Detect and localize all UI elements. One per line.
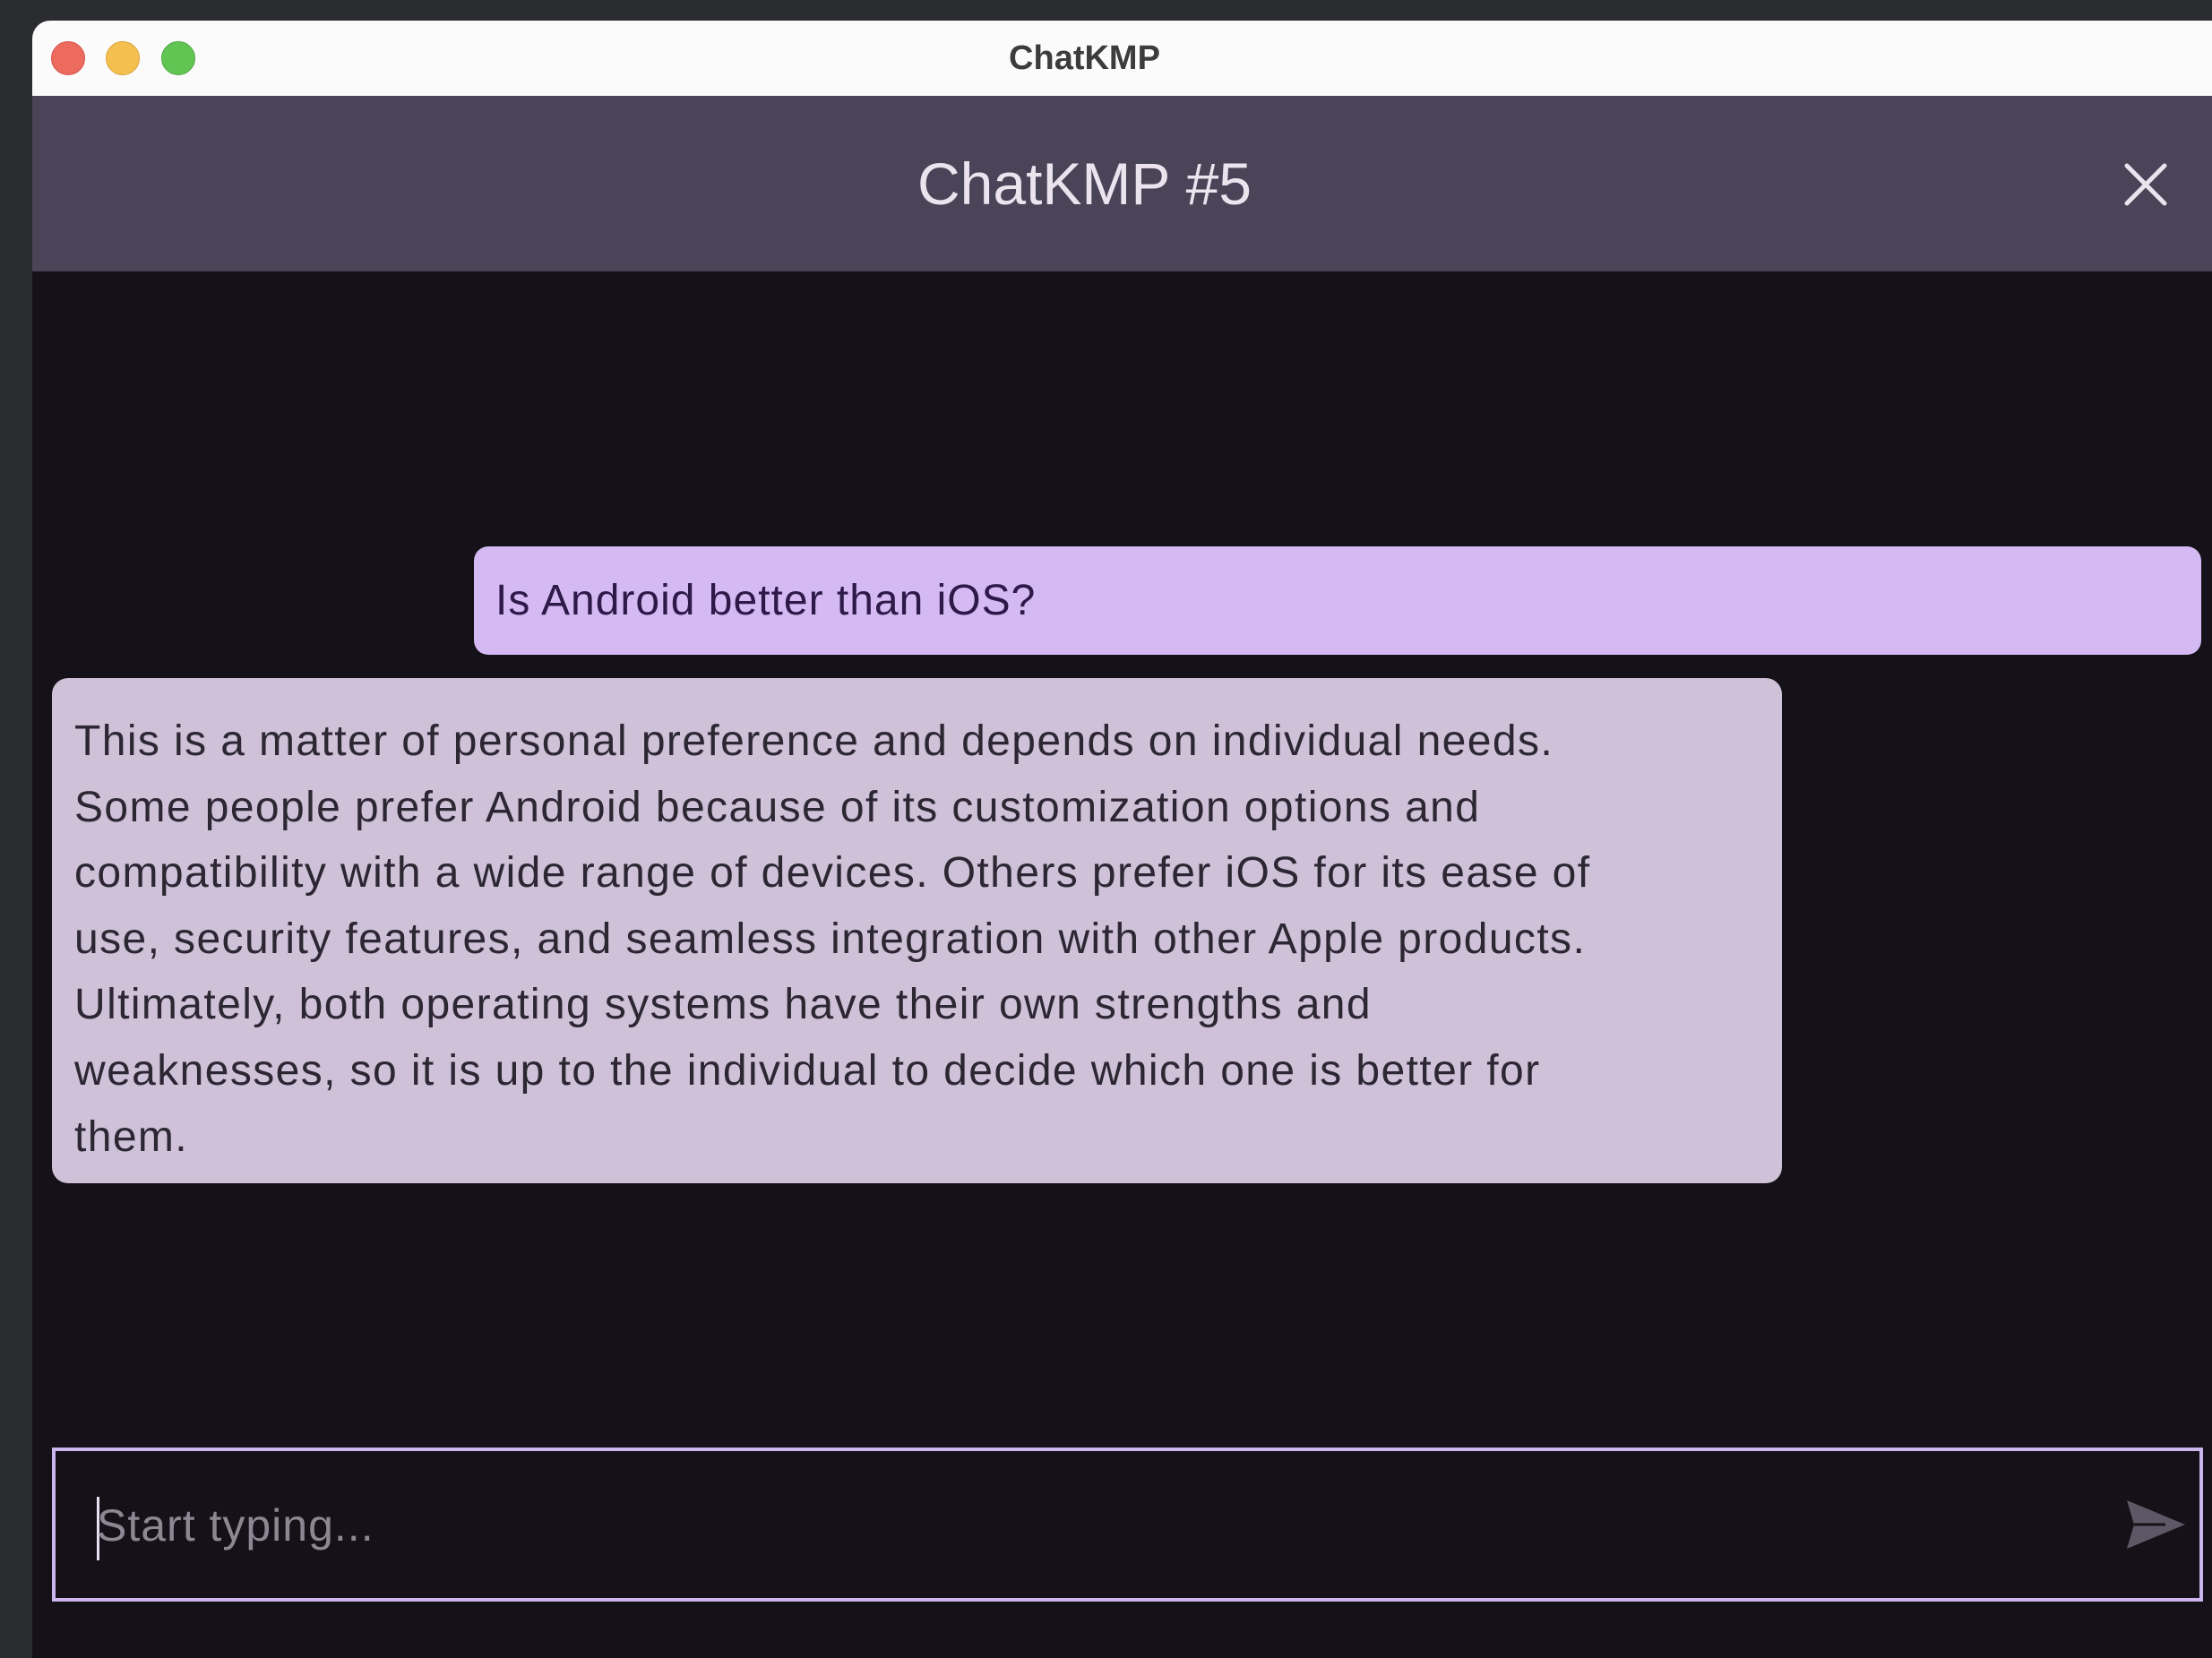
assistant-message-bubble: This is a matter of personal preference …: [52, 678, 1782, 1183]
user-message-bubble: Is Android better than iOS?: [474, 546, 2201, 655]
chat-title: ChatKMP #5: [917, 150, 1252, 217]
send-button[interactable]: [2125, 1498, 2188, 1551]
assistant-message-line: them.: [74, 1112, 189, 1161]
app-window: ChatKMP ChatKMP #5 Is Android better tha…: [32, 21, 2212, 1658]
assistant-message-line: Ultimately, both operating systems have …: [74, 981, 1372, 1029]
top-app-bar: ChatKMP #5: [32, 96, 2212, 271]
window-title: ChatKMP: [1009, 39, 1160, 77]
assistant-message-line: weaknesses, so it is up to the individua…: [74, 1046, 1541, 1095]
assistant-message-line: use, security features, and seamless int…: [74, 915, 1587, 963]
assistant-message-line: compatibility with a wide range of devic…: [74, 849, 1591, 898]
assistant-message-line: This is a matter of personal preference …: [74, 717, 1554, 765]
close-icon: [2124, 163, 2167, 206]
message-composer: [52, 1448, 2203, 1602]
send-icon: [2127, 1500, 2185, 1549]
close-chat-button[interactable]: [2120, 159, 2172, 210]
window-titlebar: ChatKMP: [32, 21, 2212, 97]
message-input[interactable]: [95, 1451, 2087, 1600]
assistant-message-line: Some people prefer Android because of it…: [74, 783, 1481, 831]
desktop-background: ChatKMP ChatKMP #5 Is Android better tha…: [0, 0, 2212, 1658]
